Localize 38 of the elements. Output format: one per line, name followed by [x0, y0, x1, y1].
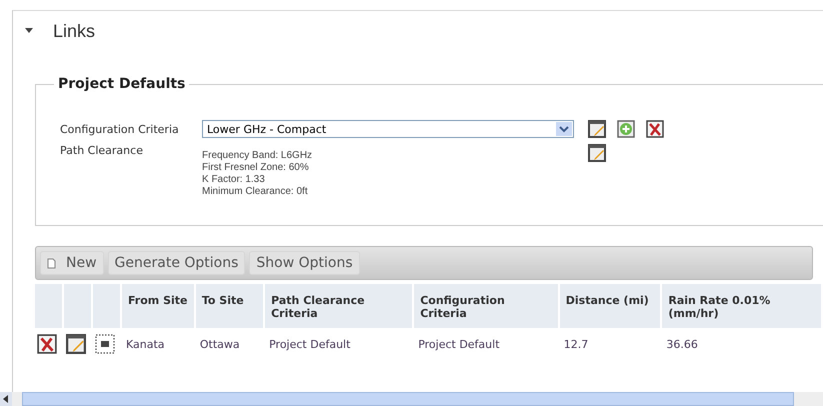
- group-legend: Project Defaults: [54, 76, 190, 92]
- add-icon[interactable]: [617, 120, 635, 138]
- header-cell: [64, 284, 91, 328]
- config-dropdown[interactable]: Lower GHz - Compact: [202, 120, 574, 138]
- edit-icon[interactable]: [588, 144, 606, 162]
- chevron-down-icon: [556, 122, 572, 136]
- scroll-left-icon[interactable]: [0, 392, 12, 406]
- header-cell: [35, 284, 62, 328]
- table-cell-text: Ottawa: [198, 336, 241, 352]
- clearance-detail: Frequency Band: L6GHz: [202, 150, 314, 162]
- toolbar-button[interactable]: Generate Options: [108, 251, 246, 275]
- field-label: Path Clearance: [60, 144, 144, 157]
- field-label: Configuration Criteria: [60, 122, 180, 136]
- table-cell-text: Project Default: [417, 336, 501, 352]
- image-icon[interactable]: [95, 334, 115, 354]
- column-header[interactable]: Rain Rate 0.01% (mm/hr): [662, 284, 821, 328]
- clearance-detail: Minimum Clearance: 0ft: [202, 186, 309, 198]
- delete-icon[interactable]: [646, 120, 664, 138]
- column-header[interactable]: Configuration Criteria: [414, 284, 558, 328]
- document-icon: [47, 258, 56, 268]
- section-title: Links: [53, 20, 96, 42]
- column-header[interactable]: To Site: [196, 284, 264, 328]
- edit-icon[interactable]: [66, 334, 86, 354]
- toolbar-button[interactable]: Show Options: [249, 251, 360, 275]
- column-header[interactable]: Distance (mi): [560, 284, 660, 328]
- toolbar-button[interactable]: New: [40, 251, 104, 275]
- delete-icon[interactable]: [37, 334, 57, 354]
- column-header[interactable]: Path Clearance Criteria: [265, 284, 412, 328]
- collapse-toggle-icon[interactable]: [25, 28, 33, 34]
- edit-icon[interactable]: [588, 120, 606, 138]
- table-cell-text: 12.7: [562, 336, 590, 352]
- column-header[interactable]: From Site: [122, 284, 194, 328]
- header-cell: [93, 284, 120, 328]
- clearance-detail: First Fresnel Zone: 60%: [202, 162, 310, 174]
- clearance-detail: K Factor: 1.33: [202, 174, 266, 186]
- table-cell-text: Kanata: [125, 336, 166, 352]
- table-cell-text: 36.66: [665, 336, 699, 352]
- table-cell-text: Project Default: [268, 336, 352, 352]
